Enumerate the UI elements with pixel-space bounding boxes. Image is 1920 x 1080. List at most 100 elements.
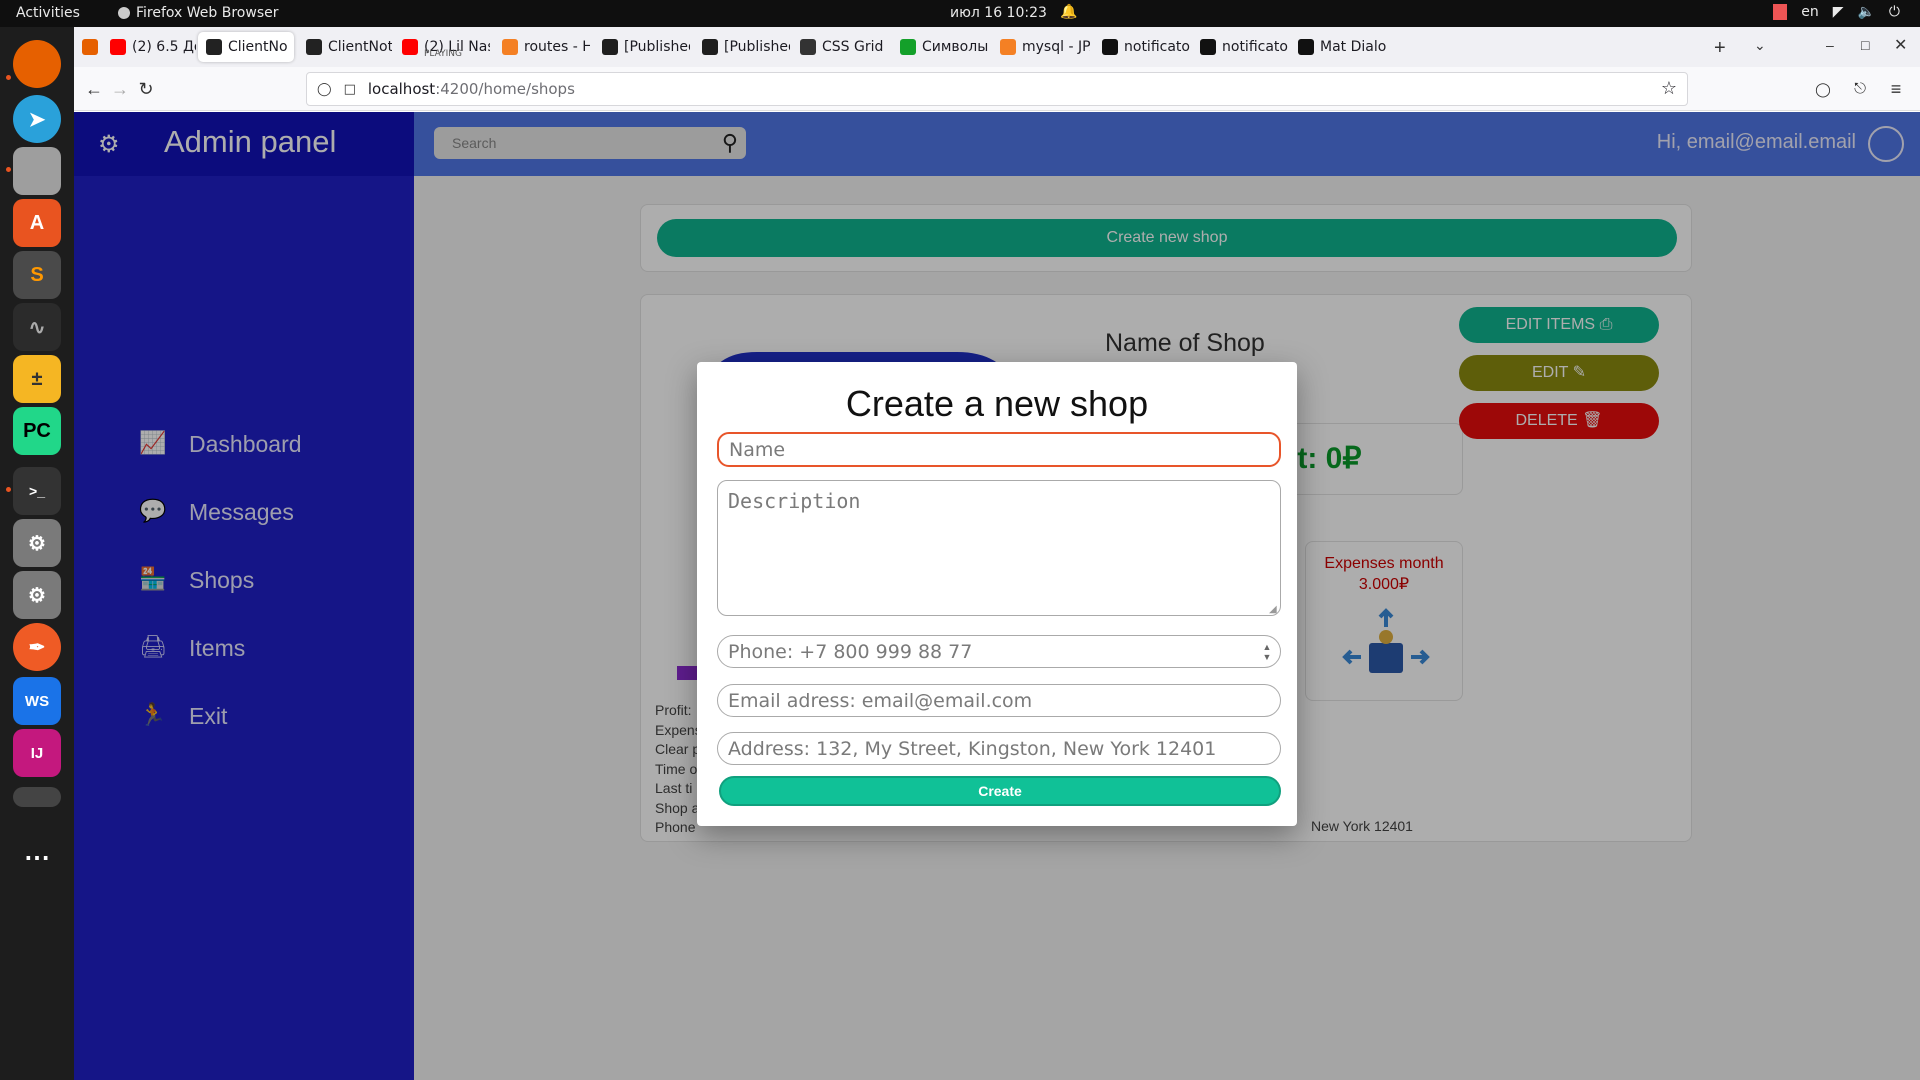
pocket-icon[interactable]: ◯ [1811,77,1835,101]
firefox-icon [118,7,130,19]
url-bar[interactable]: ◯ □ localhost:4200/home/shops ☆ [306,72,1688,106]
resize-grip-icon[interactable]: ◢ [1269,604,1279,615]
forward-icon[interactable]: → [108,77,132,101]
browser-tab[interactable]: [Published] [594,32,690,62]
tab-label: mysql - JPA [1022,39,1090,55]
tab-label: [Published] [624,39,690,55]
volume-icon: 🔈 [1857,4,1875,20]
bell-icon: 🔔 [1060,4,1078,20]
browser-tab[interactable]: Символы и [892,32,988,62]
flag-icon [1773,4,1788,20]
clock[interactable]: июл 16 10:23 [950,5,1047,21]
url-host: localhost [367,80,436,98]
web-app: ⚙ Admin panel 📈 Dashboard 💬 Messages 🏪 S… [74,112,1920,1080]
browser-tab[interactable] [74,32,98,62]
stack-icon [502,39,518,55]
pycharm-icon[interactable]: PC [13,407,61,455]
chevron-down-icon[interactable]: ⌄ [1754,37,1766,54]
menu-icon[interactable]: ≡ [1884,77,1908,101]
tab-label: notificator- [1222,39,1288,55]
address-field[interactable] [717,732,1281,765]
tab-sublabel: PLAYING [424,49,462,59]
app-grid-icon[interactable]: ⋯ [13,833,61,881]
tab-label: routes - Ho [524,39,590,55]
create-button[interactable]: Create [719,776,1281,806]
browser-tab[interactable]: ClientNotifi [298,32,392,62]
stack-icon [1000,39,1016,55]
wifi-icon: ◤ [1832,4,1844,20]
shield-icon[interactable]: ◯ [317,82,332,97]
extensions-icon[interactable]: ⎋ [1848,77,1872,101]
browser-tab[interactable]: (2) 6.5 Доба [102,32,196,62]
browser-tab[interactable]: notificator- [1094,32,1190,62]
browser-tab[interactable]: (2) Lil Nas XPLAYING [394,32,490,62]
tab-label: CSS Grid Ge [822,39,888,55]
webstorm-icon[interactable]: WS [13,677,61,725]
app-menu[interactable]: Firefox Web Browser [118,5,279,21]
phone-field[interactable] [717,635,1281,668]
calculator-icon[interactable]: ± [13,355,61,403]
firefox-view-icon [82,39,98,55]
software-center-icon[interactable]: A [13,199,61,247]
app-name: Firefox Web Browser [136,5,279,21]
name-field[interactable] [717,432,1281,467]
tab-label: ClientNotifi [328,39,392,55]
navigation-bar: ← → ↻ ◯ □ localhost:4200/home/shops ☆ ◯ … [74,67,1920,111]
youtube-icon [110,39,126,55]
settings-icon[interactable]: ⚙ [13,519,61,567]
language-indicator[interactable]: en [1801,4,1819,20]
email-field[interactable] [717,684,1281,717]
back-icon[interactable]: ← [82,77,106,101]
tab-label: ClientNo [228,39,288,55]
browser-tab[interactable]: mysql - JPA [992,32,1090,62]
files-icon[interactable] [13,147,61,195]
browser-window: (2) 6.5 ДобаClientNo✕ClientNotifi(2) Lil… [74,27,1920,1080]
os-top-bar: Activities Firefox Web Browser июл 16 10… [0,0,1920,27]
new-tab-icon[interactable]: + [1714,37,1726,60]
page-icon: □ [343,81,356,97]
intellij-icon[interactable]: IJ [13,729,61,777]
telegram-icon[interactable]: ➤ [13,95,61,143]
angular-icon [306,39,322,55]
browser-tab[interactable]: ClientNo✕ [198,32,294,62]
angular-icon [206,39,222,55]
system-monitor-icon[interactable]: ∿ [13,303,61,351]
browser-tab[interactable]: Mat Dialog [1290,32,1386,62]
tab-label: notificator- [1124,39,1190,55]
sublime-icon[interactable]: S [13,251,61,299]
figma-icon [602,39,618,55]
bookmark-star-icon[interactable]: ☆ [1661,78,1677,99]
browser-tab[interactable]: notificator- [1192,32,1288,62]
tab-label: (2) 6.5 Доба [132,39,196,55]
browser-tab[interactable]: [Published] [694,32,790,62]
github-icon [1298,39,1314,55]
minimize-icon[interactable]: – [1826,37,1834,53]
drive-icon[interactable] [13,787,61,807]
browser-tab[interactable]: CSS Grid Ge [792,32,888,62]
dialog-title: Create a new shop [845,383,1149,424]
system-tray[interactable]: en ◤ 🔈 ⏻ [1773,4,1900,20]
close-window-icon[interactable]: ✕ [1894,35,1907,55]
tab-label: Mat Dialog [1320,39,1386,55]
maximize-icon[interactable]: □ [1861,37,1869,53]
settings-icon[interactable]: ⚙ [13,571,61,619]
power-icon: ⏻ [1888,4,1900,20]
github-icon [1102,39,1118,55]
terminal-icon[interactable]: >_ [13,467,61,515]
activities-button[interactable]: Activities [16,5,80,21]
figma-icon [702,39,718,55]
description-field[interactable] [717,480,1281,616]
spinner-arrows-icon[interactable]: ▲ ▼ [1261,642,1273,662]
dock: ➤ A S ∿ ± PC >_ ⚙ ⚙ ✒ WS IJ ⋯ [0,27,74,1080]
tab-label: [Published] [724,39,790,55]
firefox-icon[interactable] [13,40,61,88]
reload-icon[interactable]: ↻ [134,77,158,101]
url-path: :4200/home/shops [435,80,575,98]
running-indicator [6,75,11,80]
green-icon [900,39,916,55]
create-shop-dialog: Create a new shop ◢ ▲▼ Create [697,362,1297,826]
github-icon [1200,39,1216,55]
browser-tab[interactable]: routes - Ho [494,32,590,62]
postman-icon[interactable]: ✒ [13,623,61,671]
youtube-icon [402,39,418,55]
